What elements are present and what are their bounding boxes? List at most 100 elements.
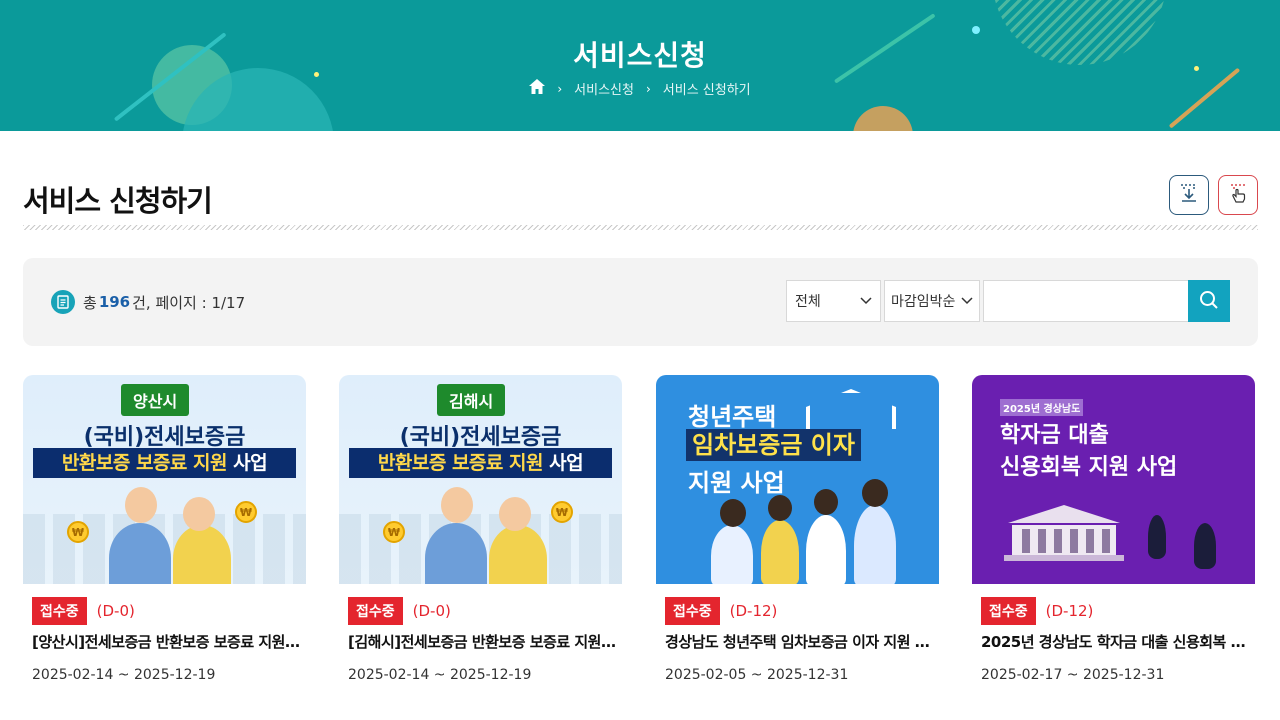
card-status: 접수중 (D-12) [665,597,777,625]
service-card-list: 양산시 (국비)전세보증금 반환보증 보증료 지원 사업 ₩ ₩ 접수중 (D-… [23,375,1258,720]
thumb-subheadline: 반환보증 보증료 지원 사업 [349,448,612,478]
breadcrumb-item[interactable]: 서비스 신청하기 [663,79,751,98]
house-icon [806,389,896,429]
search-button[interactable] [1188,280,1230,322]
thumb-region-tag: 김해시 [437,384,506,416]
card-period: 2025-02-17 ~ 2025-12-31 [981,667,1165,683]
university-building-icon [1004,505,1124,561]
chevron-right-icon: › [557,81,563,96]
thumb-tag: 2025년 경상남도 [1000,399,1084,416]
heading-divider [23,225,1258,230]
home-icon[interactable] [529,79,546,98]
person-illustration [173,525,231,584]
thumb-headline: 청년주택 [688,403,777,431]
card-period: 2025-02-05 ~ 2025-12-31 [665,667,849,683]
card-thumbnail: 2025년 경상남도 학자금 대출 신용회복 지원 사업 [972,375,1255,584]
person-illustration [499,497,531,531]
thumb-subheadline-highlight: 반환보증 보증료 지원 [377,452,544,474]
sort-select-value: 마감임박순 [891,294,956,310]
card-title[interactable]: 경상남도 청년주택 임차보증금 이자 지원 사업 [665,631,933,652]
status-badge: 접수중 [348,597,403,625]
dday-label: (D-0) [412,602,451,620]
thumb-subheadline-rest: 사업 [226,452,268,474]
person-illustration [441,487,473,523]
count-value: 196 [98,293,131,311]
service-card[interactable]: 양산시 (국비)전세보증금 반환보증 보증료 지원 사업 ₩ ₩ 접수중 (D-… [23,375,306,683]
touch-icon [1227,182,1249,208]
person-illustration [125,487,157,523]
card-title[interactable]: 2025년 경상남도 학자금 대출 신용회복 지원 사업 [981,631,1249,652]
dday-label: (D-12) [729,602,778,620]
coin-icon: ₩ [235,501,257,523]
download-button[interactable] [1169,175,1209,215]
dday-label: (D-12) [1045,602,1094,620]
card-period: 2025-02-14 ~ 2025-12-19 [348,667,532,683]
touch-button[interactable] [1218,175,1258,215]
person-illustration [183,497,215,531]
card-title[interactable]: [양산시]전세보증금 반환보증 보증료 지원 사업 [32,631,300,652]
person-illustration [425,523,487,584]
thumb-headline: (국비)전세보증금 [83,425,246,450]
banner-decoration [1168,67,1241,129]
page-header: 서비스 신청하기 [23,171,1258,231]
coin-icon: ₩ [383,521,405,543]
thumb-headline: 학자금 대출 [1000,423,1109,448]
person-illustration [720,499,746,527]
status-badge: 접수중 [32,597,87,625]
download-icon [1178,182,1200,208]
banner-decoration [972,26,980,34]
person-illustration [761,520,799,584]
coin-icon: ₩ [551,501,573,523]
thumb-subheadline: 지원 사업 [688,469,785,497]
service-card[interactable]: 2025년 경상남도 학자금 대출 신용회복 지원 사업 접수중 (D-12) … [972,375,1255,683]
search-panel: 총 196 건, 페이지 : 1/17 전체 마감임박순 [23,258,1258,346]
chevron-down-icon [961,293,973,309]
card-status: 접수중 (D-0) [348,597,451,625]
card-thumbnail: 청년주택 임차보증금 이자 지원 사업 [656,375,939,584]
graduate-illustration [1148,515,1166,559]
breadcrumb-item[interactable]: 서비스신청 [574,79,634,98]
chevron-right-icon: › [645,81,651,96]
thumb-headline: (국비)전세보증금 [399,425,562,450]
banner-decoration [853,106,913,131]
card-period: 2025-02-14 ~ 2025-12-19 [32,667,216,683]
banner-title: 서비스신청 [573,39,707,72]
chevron-down-icon [860,293,872,309]
search-input[interactable] [983,280,1188,322]
card-thumbnail: 김해시 (국비)전세보증금 반환보증 보증료 지원 사업 ₩ ₩ [339,375,622,584]
dday-label: (D-0) [96,602,135,620]
person-illustration [489,525,547,584]
thumb-subheadline: 반환보증 보증료 지원 사업 [33,448,296,478]
thumb-region-tag: 양산시 [121,384,190,416]
person-illustration [854,505,896,584]
person-illustration [814,489,838,515]
person-illustration [768,495,792,521]
card-thumbnail: 양산시 (국비)전세보증금 반환보증 보증료 지원 사업 ₩ ₩ [23,375,306,584]
service-card[interactable]: 청년주택 임차보증금 이자 지원 사업 접수중 (D-12) 경상남도 청년주택… [656,375,939,683]
service-card[interactable]: 김해시 (국비)전세보증금 반환보증 보증료 지원 사업 ₩ ₩ 접수중 (D-… [339,375,622,683]
person-illustration [109,523,171,584]
sort-select[interactable]: 마감임박순 [884,280,980,322]
breadcrumb: › 서비스신청 › 서비스 신청하기 [0,79,1280,98]
status-badge: 접수중 [981,597,1036,625]
count-prefix: 총 [83,293,97,312]
thumb-subheadline: 신용회복 지원 사업 [1000,455,1178,480]
person-illustration [711,525,753,584]
person-illustration [806,515,846,584]
list-icon [51,290,75,314]
coin-icon: ₩ [67,521,89,543]
search-icon [1199,290,1219,313]
scope-select[interactable]: 전체 [786,280,881,322]
card-status: 접수중 (D-12) [981,597,1093,625]
scope-select-value: 전체 [795,294,821,310]
page-banner: 서비스신청 › 서비스신청 › 서비스 신청하기 [0,0,1280,131]
thumb-subheadline: 임차보증금 이자 [686,429,861,461]
status-badge: 접수중 [665,597,720,625]
count-suffix: 건, 페이지 : 1/17 [132,293,246,312]
card-title[interactable]: [김해시]전세보증금 반환보증 보증료 지원 사업 [348,631,616,652]
graduate-illustration [1194,523,1216,569]
page-title: 서비스 신청하기 [23,184,213,218]
result-count: 총 196 건, 페이지 : 1/17 [51,290,245,314]
person-illustration [862,479,888,507]
card-status: 접수중 (D-0) [32,597,135,625]
